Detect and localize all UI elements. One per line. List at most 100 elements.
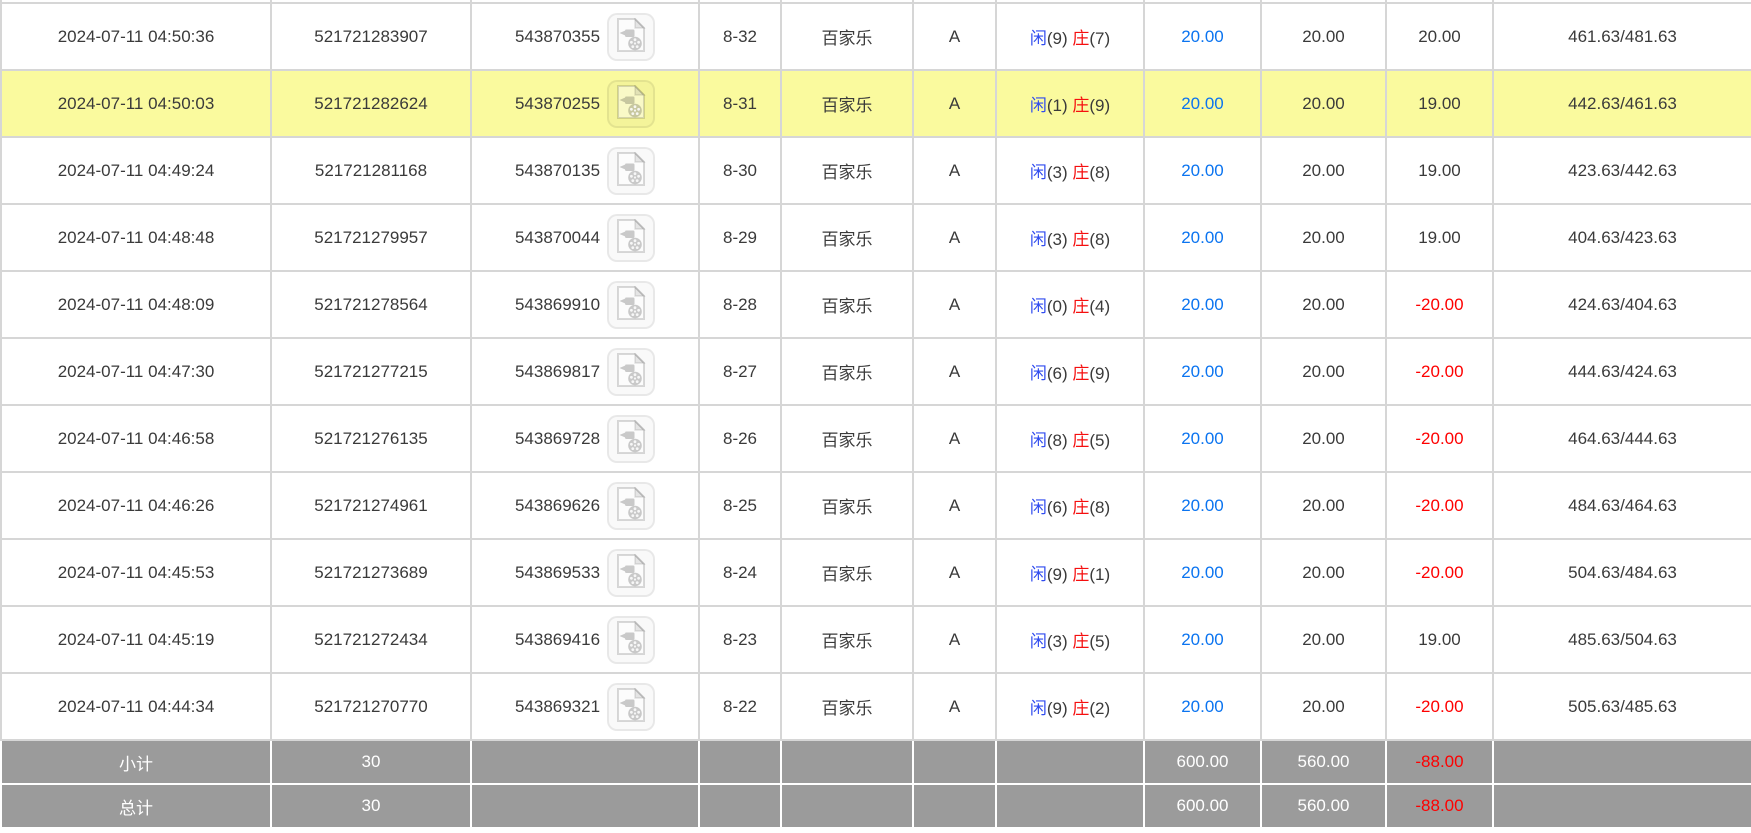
- record-row[interactable]: 2024-07-11 04:49:24521721281168543870135…: [1, 137, 1751, 204]
- game-type-cell: 百家乐: [781, 3, 913, 70]
- bet-amount-link[interactable]: 20.00: [1181, 94, 1224, 113]
- valid-amount-cell: 20.00: [1261, 70, 1386, 137]
- round-cell: 8-29: [699, 204, 781, 271]
- order-number-cell: 521721276135: [271, 405, 471, 472]
- video-replay-button[interactable]: [607, 683, 655, 731]
- balance-cell: 484.63/464.63: [1493, 472, 1751, 539]
- game-type-cell: 百家乐: [781, 204, 913, 271]
- balance-cell: 423.63/442.63: [1493, 137, 1751, 204]
- game-number: 543869817: [515, 362, 600, 382]
- game-number-cell: 543869626: [471, 472, 699, 539]
- result-cell: 闲(9) 庄(7): [996, 3, 1144, 70]
- bet-amount-cell: 20.00: [1144, 405, 1261, 472]
- bet-amount-link[interactable]: 20.00: [1181, 161, 1224, 180]
- bet-amount-link[interactable]: 20.00: [1181, 362, 1224, 381]
- game-type-cell: 百家乐: [781, 405, 913, 472]
- video-replay-button[interactable]: [607, 616, 655, 664]
- record-row[interactable]: 2024-07-11 04:50:36521721283907543870355…: [1, 3, 1751, 70]
- game-number-cell: 543870135: [471, 137, 699, 204]
- bet-amount-link[interactable]: 20.00: [1181, 697, 1224, 716]
- bet-amount-link[interactable]: 20.00: [1181, 563, 1224, 582]
- result-cell: 闲(9) 庄(2): [996, 673, 1144, 740]
- table-code-cell: A: [913, 472, 996, 539]
- win-loss-cell: -20.00: [1386, 539, 1493, 606]
- summary-bet-total-cell: 600.00: [1144, 740, 1261, 784]
- record-row[interactable]: 2024-07-11 04:48:48521721279957543870044…: [1, 204, 1751, 271]
- video-replay-button[interactable]: [607, 13, 655, 61]
- summary-empty-cell: [699, 784, 781, 828]
- video-file-icon: [616, 286, 646, 323]
- order-number-cell: 521721278564: [271, 271, 471, 338]
- record-row[interactable]: 2024-07-11 04:45:53521721273689543869533…: [1, 539, 1751, 606]
- record-row[interactable]: 2024-07-11 04:46:58521721276135 543869728…: [1, 405, 1751, 472]
- valid-amount-cell: 20.00: [1261, 3, 1386, 70]
- bet-amount-link[interactable]: 20.00: [1181, 429, 1224, 448]
- summary-empty-cell: [1493, 740, 1751, 784]
- bet-amount-link[interactable]: 20.00: [1181, 496, 1224, 515]
- bet-time-cell: 2024-07-11 04:48:09: [1, 271, 271, 338]
- record-row[interactable]: 2024-07-11 04:45:19521721272434543869416…: [1, 606, 1751, 673]
- bet-amount-link[interactable]: 20.00: [1181, 228, 1224, 247]
- valid-amount-cell: 20.00: [1261, 606, 1386, 673]
- record-row[interactable]: 2024-07-11 04:50:03521721282624543870255…: [1, 70, 1751, 137]
- bet-amount-link[interactable]: 20.00: [1181, 27, 1224, 46]
- balance-cell: 424.63/404.63: [1493, 271, 1751, 338]
- player-label: 闲: [1030, 297, 1047, 316]
- balance-cell: 442.63/461.63: [1493, 70, 1751, 137]
- round-cell: 8-26: [699, 405, 781, 472]
- video-replay-button[interactable]: [607, 281, 655, 329]
- win-loss-cell: -20.00: [1386, 271, 1493, 338]
- video-file-icon: [616, 621, 646, 658]
- player-label: 闲: [1030, 96, 1047, 115]
- table-code-cell: A: [913, 204, 996, 271]
- banker-label: 庄: [1072, 230, 1089, 249]
- player-label: 闲: [1030, 163, 1047, 182]
- player-label: 闲: [1030, 364, 1047, 383]
- valid-amount-cell: 20.00: [1261, 539, 1386, 606]
- video-replay-button[interactable]: [607, 348, 655, 396]
- bet-amount-link[interactable]: 20.00: [1181, 295, 1224, 314]
- valid-amount-cell: 20.00: [1261, 673, 1386, 740]
- bet-time-cell: 2024-07-11 04:46:58: [1, 405, 271, 472]
- order-number-cell: 521721273689: [271, 539, 471, 606]
- record-row[interactable]: 2024-07-11 04:46:26521721274961543869626…: [1, 472, 1751, 539]
- table-code-cell: A: [913, 137, 996, 204]
- player-label: 闲: [1030, 699, 1047, 718]
- order-number-cell: 521721272434: [271, 606, 471, 673]
- record-row[interactable]: 2024-07-11 04:44:34521721270770543869321…: [1, 673, 1751, 740]
- win-loss-cell: -20.00: [1386, 472, 1493, 539]
- player-label: 闲: [1030, 632, 1047, 651]
- result-cell: 闲(6) 庄(8): [996, 472, 1144, 539]
- game-number: 543869728: [515, 429, 600, 449]
- bet-amount-cell: 20.00: [1144, 673, 1261, 740]
- game-number-cell: 543869533: [471, 539, 699, 606]
- game-number: 543869533: [515, 563, 600, 583]
- video-replay-button[interactable]: [607, 214, 655, 262]
- summary-empty-cell: [781, 740, 913, 784]
- game-number-cell: 543870255: [471, 70, 699, 137]
- summary-empty-cell: [1493, 784, 1751, 828]
- banker-label: 庄: [1072, 632, 1089, 651]
- record-row[interactable]: 2024-07-11 04:47:30521721277215543869817…: [1, 338, 1751, 405]
- game-number-cell: 543869910: [471, 271, 699, 338]
- player-score: (9): [1047, 565, 1073, 584]
- video-replay-button[interactable]: [607, 415, 655, 463]
- video-replay-button[interactable]: [607, 80, 655, 128]
- bet-time-cell: 2024-07-11 04:50:03: [1, 70, 271, 137]
- table-code-cell: A: [913, 539, 996, 606]
- summary-empty-cell: [996, 740, 1144, 784]
- banker-score: (8): [1089, 163, 1110, 182]
- banker-score: (8): [1089, 498, 1110, 517]
- bet-time-cell: 2024-07-11 04:48:48: [1, 204, 271, 271]
- summary-empty-cell: [913, 784, 996, 828]
- bet-amount-link[interactable]: 20.00: [1181, 630, 1224, 649]
- record-row[interactable]: 2024-07-11 04:48:09521721278564543869910…: [1, 271, 1751, 338]
- video-replay-button[interactable]: [607, 549, 655, 597]
- banker-label: 庄: [1072, 163, 1089, 182]
- subtotal-row: 小计30600.00560.00-88.00: [1, 740, 1751, 784]
- player-score: (6): [1047, 498, 1073, 517]
- video-replay-button[interactable]: [607, 482, 655, 530]
- video-replay-button[interactable]: [607, 147, 655, 195]
- game-type-cell: 百家乐: [781, 673, 913, 740]
- player-label: 闲: [1030, 431, 1047, 450]
